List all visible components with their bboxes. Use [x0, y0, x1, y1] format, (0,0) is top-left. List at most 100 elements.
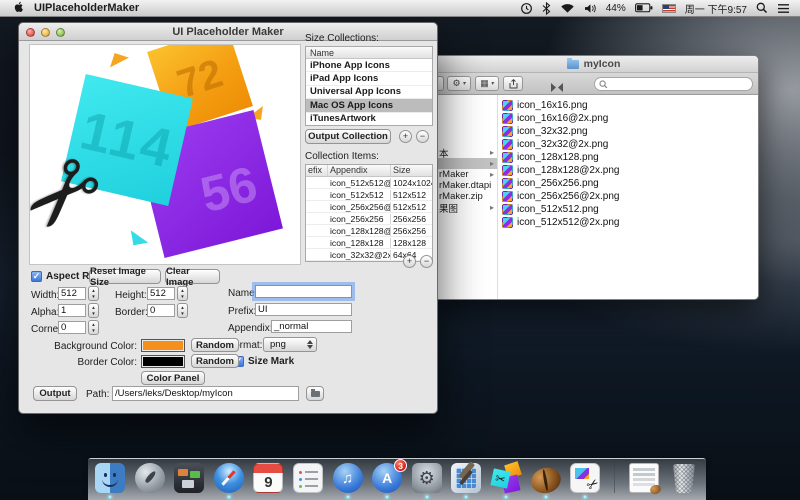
size-collection-row[interactable]: iPad App Icons	[306, 72, 432, 85]
dock-app-tile[interactable]	[135, 463, 165, 493]
size-collection-row[interactable]: Mac OS App Icons	[306, 99, 432, 112]
name-column-header[interactable]: Name	[306, 47, 432, 59]
battery-icon[interactable]	[635, 3, 653, 13]
minimized-window-icon[interactable]	[628, 458, 660, 500]
finder-column-row[interactable]: ▸	[429, 158, 497, 169]
add-collection-button[interactable]: +	[399, 130, 412, 143]
random-background-button[interactable]: Random	[191, 338, 239, 352]
image-preview[interactable]: 72 56 114 ✂	[29, 44, 301, 265]
background-color-swatch[interactable]	[141, 339, 185, 352]
dock-app-tile[interactable]: 9	[253, 463, 283, 493]
appendix-input[interactable]: _normal	[271, 320, 352, 333]
file-row[interactable]: icon_128x128@2x.png	[499, 164, 758, 177]
dock-app-tile[interactable]	[293, 463, 323, 493]
path-input[interactable]: /Users/leks/Desktop/myIcon	[112, 386, 299, 401]
trash-icon[interactable]	[668, 458, 700, 500]
collection-item-row[interactable]: icon_512x512 512x512	[306, 189, 432, 201]
file-row[interactable]: icon_32x32.png	[499, 125, 758, 138]
border-stepper[interactable]: ▲▼	[177, 303, 188, 318]
app-store-icon[interactable]: A 3	[371, 458, 403, 500]
finder-column-row[interactable]: rMaker ▸	[429, 169, 497, 180]
finder-search-input[interactable]	[594, 77, 753, 91]
size-collection-row[interactable]: Universal App Icons	[306, 86, 432, 99]
corner-stepper[interactable]: ▲▼	[88, 320, 99, 335]
prefix-input[interactable]: UI	[255, 303, 352, 316]
dock-app-tile[interactable]: A 3	[372, 463, 402, 493]
dock-app-tile[interactable]	[629, 463, 659, 493]
dock-app-tile[interactable]	[174, 463, 204, 493]
collection-item-row[interactable]: icon_128x128@2x 256x256	[306, 225, 432, 237]
collection-item-row[interactable]: icon_512x512@2x 1024x1024	[306, 177, 432, 189]
file-row[interactable]: icon_16x16.png	[499, 99, 758, 112]
border-input[interactable]: 0	[147, 304, 175, 317]
width-input[interactable]: 512	[58, 287, 86, 300]
notification-center-icon[interactable]	[777, 3, 790, 14]
width-stepper[interactable]: ▲▼	[88, 286, 99, 301]
apple-menu-icon[interactable]	[12, 0, 24, 16]
collection-item-row[interactable]: icon_256x256@2x 512x512	[306, 201, 432, 213]
input-language-flag-icon[interactable]	[662, 4, 676, 13]
close-button[interactable]	[26, 28, 35, 37]
finder-column-row[interactable]: rMaker.dtapi	[429, 180, 497, 191]
dock-app-tile[interactable]	[451, 463, 481, 493]
height-stepper[interactable]: ▲▼	[177, 286, 188, 301]
remove-collection-button[interactable]: −	[416, 130, 429, 143]
file-row[interactable]: icon_16x16@2x.png	[499, 112, 758, 125]
prefix-column-header[interactable]: efix	[306, 165, 328, 176]
dock-app-tile[interactable]	[214, 463, 244, 493]
gear-menu-button[interactable]: ⚙▾	[447, 76, 471, 91]
reset-image-size-button[interactable]: Reset Image Size	[89, 269, 161, 284]
ui-placeholder-maker-icon[interactable]: ✂	[490, 458, 522, 500]
dock-app-tile[interactable]	[527, 464, 563, 497]
share-button[interactable]	[503, 76, 523, 91]
output-button[interactable]: Output	[33, 386, 77, 401]
format-dropdown[interactable]: png	[263, 337, 317, 352]
file-row[interactable]: icon_128x128.png	[499, 151, 758, 164]
clear-image-button[interactable]: Clear Image	[165, 269, 220, 284]
image-clipper-icon[interactable]: ✂	[569, 458, 601, 500]
collection-item-row[interactable]: icon_256x256 256x256	[306, 213, 432, 225]
xcode-icon[interactable]	[450, 458, 482, 500]
file-row[interactable]: icon_32x32@2x.png	[499, 138, 758, 151]
volume-icon[interactable]	[584, 3, 597, 14]
corner-input[interactable]: 0	[58, 321, 86, 334]
dock-app-tile[interactable]	[614, 458, 615, 493]
border-color-swatch[interactable]	[141, 355, 185, 368]
itunes-icon[interactable]: ♫	[332, 458, 364, 500]
launchpad-icon[interactable]	[134, 458, 166, 500]
size-collection-row[interactable]: iTunesArtwork	[306, 113, 432, 126]
add-item-button[interactable]: +	[403, 255, 416, 268]
finder-title-bar[interactable]: myIcon	[429, 56, 758, 73]
output-collection-button[interactable]: Output Collection	[305, 129, 391, 144]
mission-control-icon[interactable]	[173, 458, 205, 500]
height-input[interactable]: 512	[147, 287, 175, 300]
finder-icon[interactable]	[94, 458, 126, 500]
browse-folder-button[interactable]	[306, 386, 324, 401]
time-machine-icon[interactable]	[520, 2, 533, 15]
color-panel-button[interactable]: Color Panel	[141, 371, 205, 385]
dock-app-tile[interactable]: ♫	[333, 463, 363, 493]
bean-app-icon[interactable]	[530, 458, 562, 500]
spotlight-icon[interactable]	[756, 2, 768, 14]
dock-app-tile[interactable]: ⚙	[412, 463, 442, 493]
size-collection-row[interactable]: iPhone App Icons	[306, 59, 432, 72]
wifi-icon[interactable]	[560, 3, 575, 14]
name-input[interactable]	[255, 285, 352, 298]
file-row[interactable]: icon_256x256.png	[499, 177, 758, 190]
system-preferences-icon[interactable]: ⚙	[411, 458, 443, 500]
appendix-column-header[interactable]: Appendix	[328, 165, 391, 176]
dock-app-tile[interactable]	[673, 464, 695, 493]
finder-column-row[interactable]: 果图 ▸	[429, 202, 497, 213]
file-row[interactable]: icon_512x512@2x.png	[499, 216, 758, 229]
dock-app-tile[interactable]: ✂	[491, 463, 521, 493]
dock-app-tile[interactable]	[95, 463, 125, 493]
file-row[interactable]: icon_256x256@2x.png	[499, 190, 758, 203]
reminders-icon[interactable]	[292, 458, 324, 500]
zoom-button[interactable]	[56, 28, 65, 37]
finder-column-row[interactable]: 本 ▸	[429, 147, 497, 158]
menubar-clock[interactable]: 周一 下午9:57	[685, 1, 747, 16]
remove-item-button[interactable]: −	[420, 255, 433, 268]
dock-app-tile[interactable]: ✂	[570, 463, 600, 493]
collection-item-row[interactable]: icon_128x128 128x128	[306, 237, 432, 249]
random-border-button[interactable]: Random	[191, 354, 239, 368]
